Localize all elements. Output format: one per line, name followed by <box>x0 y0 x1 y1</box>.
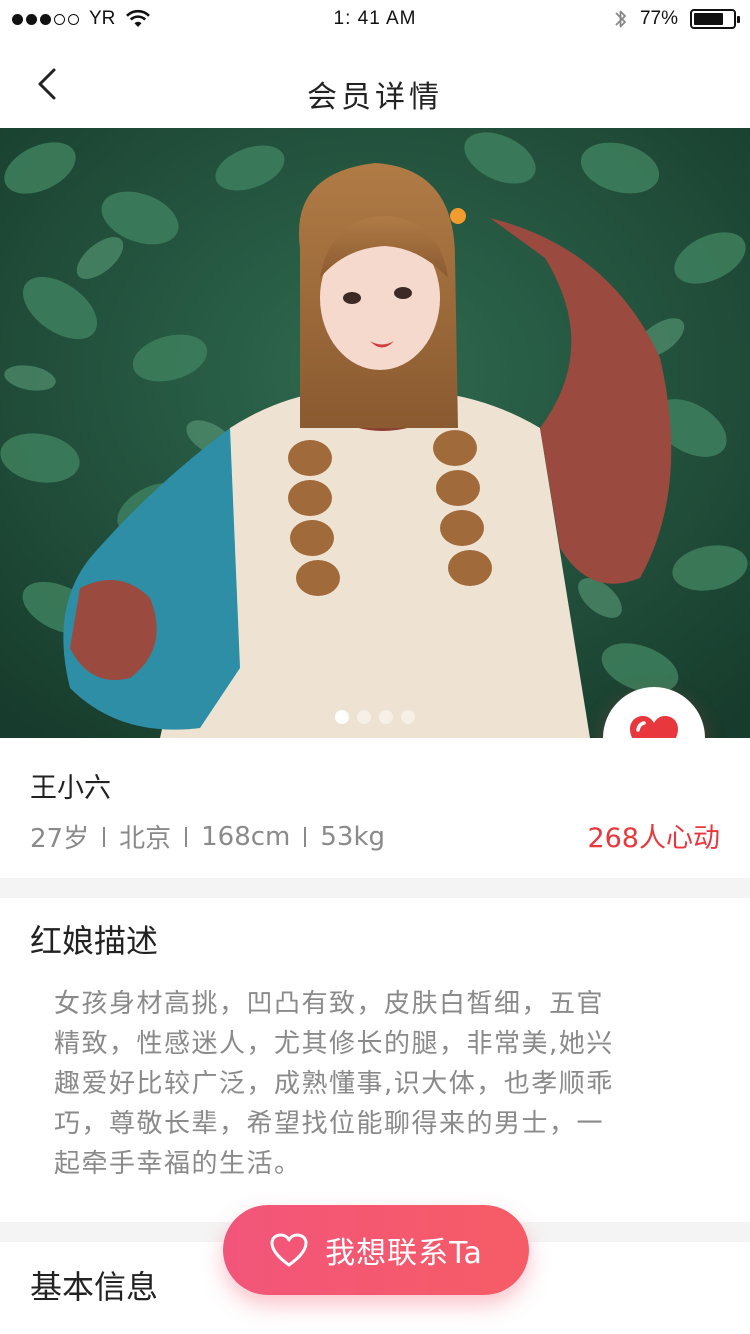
pager-dot[interactable] <box>401 710 415 724</box>
profile-photo <box>0 128 750 738</box>
bluetooth-icon <box>615 10 626 28</box>
description-line: 精致，性感迷人，尤其修长的腿，非常美,她兴 <box>54 1029 614 1059</box>
meta-divider <box>103 826 106 847</box>
member-height: 168cm <box>201 821 291 852</box>
profile-photo-carousel[interactable] <box>0 128 750 738</box>
description-title: 红娘描述 <box>30 922 159 960</box>
heart-outline-icon <box>270 1233 308 1267</box>
description-line: 趣爱好比较广泛，成熟懂事,识大体，也孝顺乖 <box>54 1069 614 1099</box>
member-name: 王小六 <box>30 773 111 804</box>
profile-summary: 王小六 27岁 北京 168cm 53kg 268人心动 <box>0 738 750 878</box>
meta-divider <box>185 826 188 847</box>
nav-bar: 会员详情 <box>0 40 750 128</box>
contact-button[interactable]: 我想联系Ta <box>223 1205 529 1295</box>
member-city: 北京 <box>119 824 172 854</box>
section-divider <box>0 878 750 898</box>
battery-icon <box>690 9 740 29</box>
status-right: 77% <box>614 7 740 31</box>
status-bar: YR 1: 41 AM 77% <box>0 0 750 40</box>
description-line: 女孩身材高挑，凹凸有致，皮肤白皙细，五官 <box>54 989 605 1019</box>
battery-fill <box>694 13 724 25</box>
contact-button-label: 我想联系Ta <box>325 1236 483 1271</box>
description-line: 起牵手幸福的生活。 <box>54 1149 302 1179</box>
basic-info-title: 基本信息 <box>30 1268 159 1306</box>
pager-dot[interactable] <box>335 710 349 724</box>
description-line: 巧，尊敬长辈，希望找位能聊得来的男士，一 <box>54 1109 605 1139</box>
description-text: 女孩身材高挑，凹凸有致，皮肤白皙细，五官 精致，性感迷人，尤其修长的腿，非常美,… <box>54 984 704 1184</box>
pager-dot[interactable] <box>357 710 371 724</box>
member-weight: 53kg <box>320 821 386 852</box>
member-age: 27岁 <box>30 824 90 854</box>
hearts-count: 268人心动 <box>587 823 720 854</box>
page-title: 会员详情 <box>307 80 443 115</box>
meta-divider <box>304 826 307 847</box>
pager-dot[interactable] <box>379 710 393 724</box>
battery-percent: 77% <box>639 8 678 29</box>
member-meta: 27岁 北京 168cm 53kg <box>30 818 385 855</box>
